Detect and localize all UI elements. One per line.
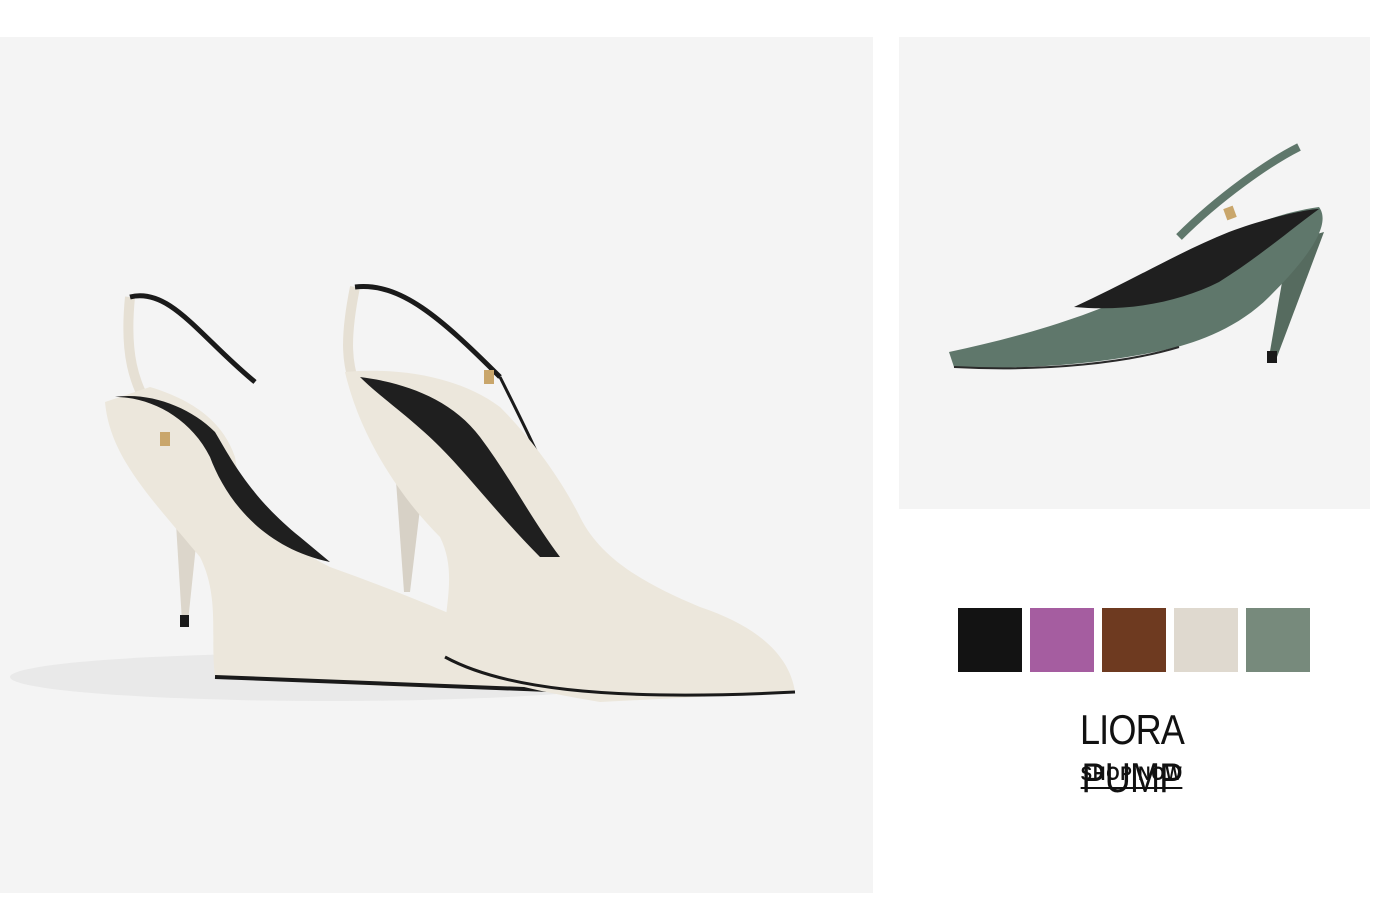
product-info: LIORA PUMP SHOP NOW — [1032, 0, 1232, 914]
cream-pumps-illustration — [10, 284, 796, 702]
swatch-black[interactable] — [958, 608, 1022, 672]
hero-product-image[interactable] — [0, 37, 873, 893]
shop-now-link[interactable]: SHOP NOW — [1081, 764, 1183, 789]
shop-now-wrapper: SHOP NOW — [1032, 764, 1232, 789]
swatch-sage[interactable] — [1246, 608, 1310, 672]
